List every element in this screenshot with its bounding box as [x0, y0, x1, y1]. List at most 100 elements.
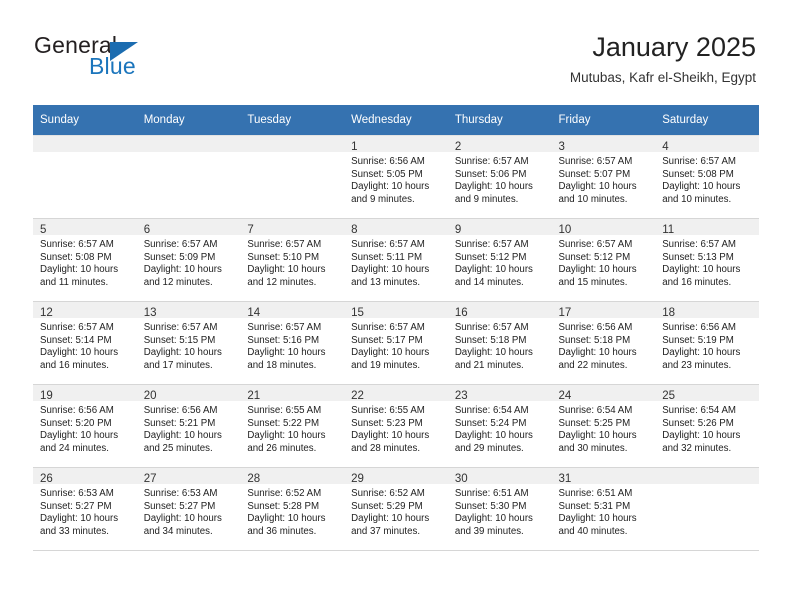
- day-details: [240, 152, 344, 156]
- day-number: 29: [351, 473, 364, 485]
- calendar-body: 1 Sunrise: 6:56 AM Sunset: 5:05 PM Daylight…: [33, 135, 759, 551]
- calendar-day-cell[interactable]: 15 Sunrise: 6:57 AM Sunset: 5:17 PM Dayligh…: [344, 301, 448, 385]
- daylight-duration-line2: and 16 minutes.: [40, 359, 109, 371]
- daylight-duration-line1: Daylight: 10 hours: [351, 264, 430, 276]
- daylight-duration-line2: and 16 minutes.: [662, 276, 732, 288]
- calendar-day-cell[interactable]: 31 Sunrise: 6:51 AM Sunset: 5:31 PM Dayligh…: [551, 467, 656, 551]
- day-number-strip: 16: [447, 302, 552, 319]
- calendar-day-cell[interactable]: 9 Sunrise: 6:57 AM Sunset: 5:12 PM Daylight…: [447, 218, 552, 302]
- calendar-day-cell[interactable]: 3 Sunrise: 6:57 AM Sunset: 5:07 PM Daylight…: [551, 135, 656, 219]
- day-details: Sunrise: 6:57 AM Sunset: 5:18 PM Daylight:…: [448, 318, 552, 372]
- sunset-time: Sunset: 5:25 PM: [558, 417, 631, 429]
- calendar-day-cell[interactable]: 25 Sunrise: 6:54 AM Sunset: 5:26 PM Dayligh…: [655, 384, 759, 468]
- calendar-day-cell[interactable]: 20 Sunrise: 6:56 AM Sunset: 5:21 PM Dayligh…: [136, 384, 241, 468]
- calendar-day-cell[interactable]: 2 Sunrise: 6:57 AM Sunset: 5:06 PM Daylight…: [447, 135, 552, 219]
- day-details: Sunrise: 6:55 AM Sunset: 5:22 PM Daylight:…: [240, 401, 344, 455]
- sunrise-time: Sunrise: 6:57 AM: [40, 322, 114, 333]
- calendar-day-cell[interactable]: 4 Sunrise: 6:57 AM Sunset: 5:08 PM Daylight…: [655, 135, 759, 219]
- day-number: 7: [247, 224, 254, 236]
- calendar-day-cell[interactable]: 16 Sunrise: 6:57 AM Sunset: 5:18 PM Dayligh…: [447, 301, 552, 385]
- day-number-strip: 5: [33, 219, 137, 236]
- sunset-time: Sunset: 5:31 PM: [558, 500, 631, 512]
- sunrise-time: Sunrise: 6:57 AM: [40, 239, 114, 250]
- day-number-strip: 21: [240, 385, 345, 402]
- sunrise-time: Sunrise: 6:57 AM: [662, 239, 736, 250]
- page-title: January 2025: [592, 32, 756, 62]
- day-number: 17: [558, 307, 572, 319]
- day-number: 8: [351, 224, 358, 236]
- daylight-duration-line1: Daylight: 10 hours: [558, 430, 637, 442]
- day-number: 5: [40, 224, 47, 236]
- day-details: Sunrise: 6:57 AM Sunset: 5:14 PM Daylight:…: [33, 318, 137, 372]
- calendar-day-cell[interactable]: 19 Sunrise: 6:56 AM Sunset: 5:20 PM Dayligh…: [33, 384, 137, 468]
- calendar-day-cell[interactable]: 24 Sunrise: 6:54 AM Sunset: 5:25 PM Dayligh…: [551, 384, 656, 468]
- calendar-day-cell[interactable]: 10 Sunrise: 6:57 AM Sunset: 5:12 PM Dayligh…: [551, 218, 656, 302]
- sunset-time: Sunset: 5:13 PM: [662, 251, 734, 263]
- day-number-strip: 17: [551, 302, 656, 319]
- sunrise-time: Sunrise: 6:57 AM: [143, 239, 218, 250]
- sunrise-time: Sunrise: 6:51 AM: [558, 488, 633, 499]
- day-number: 12: [40, 307, 53, 319]
- daylight-duration-line1: Daylight: 10 hours: [558, 181, 637, 193]
- calendar-day-cell[interactable]: 21 Sunrise: 6:55 AM Sunset: 5:22 PM Dayligh…: [240, 384, 345, 468]
- daylight-duration-line2: and 34 minutes.: [143, 525, 213, 537]
- daylight-duration-line1: Daylight: 10 hours: [247, 264, 326, 276]
- calendar-day-cell[interactable]: 1 Sunrise: 6:56 AM Sunset: 5:05 PM Daylight…: [344, 135, 448, 219]
- sunset-time: Sunset: 5:08 PM: [662, 168, 734, 180]
- day-number-strip: [136, 136, 241, 152]
- calendar-week-row: 12 Sunrise: 6:57 AM Sunset: 5:14 PM Dayligh…: [33, 301, 759, 385]
- daylight-duration-line1: Daylight: 10 hours: [40, 430, 119, 442]
- calendar-day-cell[interactable]: 7 Sunrise: 6:57 AM Sunset: 5:10 PM Daylight…: [240, 218, 345, 302]
- day-details: Sunrise: 6:56 AM Sunset: 5:18 PM Daylight:…: [552, 318, 656, 372]
- day-number: 15: [351, 307, 364, 319]
- day-details: Sunrise: 6:52 AM Sunset: 5:29 PM Daylight:…: [344, 484, 448, 538]
- daylight-duration-line1: Daylight: 10 hours: [40, 347, 119, 359]
- calendar-day-cell[interactable]: 5 Sunrise: 6:57 AM Sunset: 5:08 PM Daylight…: [33, 218, 137, 302]
- sunset-time: Sunset: 5:18 PM: [558, 334, 631, 346]
- calendar-day-cell[interactable]: 26 Sunrise: 6:53 AM Sunset: 5:27 PM Dayligh…: [33, 467, 137, 551]
- calendar-day-cell[interactable]: 30 Sunrise: 6:51 AM Sunset: 5:30 PM Dayligh…: [447, 467, 552, 551]
- sunset-time: Sunset: 5:26 PM: [662, 417, 734, 429]
- sunrise-time: Sunrise: 6:56 AM: [558, 322, 633, 333]
- sunset-time: Sunset: 5:27 PM: [143, 500, 216, 512]
- calendar-week-row: 1 Sunrise: 6:56 AM Sunset: 5:05 PM Daylight…: [33, 135, 759, 219]
- daylight-duration-line2: and 36 minutes.: [247, 525, 317, 537]
- weekday-header-friday: Friday: [551, 105, 656, 136]
- daylight-duration-line2: and 21 minutes.: [454, 359, 524, 371]
- calendar-day-cell-empty: [33, 135, 137, 219]
- day-number-strip: 2: [447, 136, 552, 153]
- day-number: 10: [558, 224, 572, 236]
- calendar-day-cell[interactable]: 28 Sunrise: 6:52 AM Sunset: 5:28 PM Dayligh…: [240, 467, 345, 551]
- day-number-strip: [240, 136, 345, 152]
- weekday-header-wednesday: Wednesday: [344, 105, 448, 136]
- daylight-duration-line1: Daylight: 10 hours: [40, 513, 119, 525]
- calendar-day-cell[interactable]: 6 Sunrise: 6:57 AM Sunset: 5:09 PM Daylight…: [136, 218, 241, 302]
- day-number: 4: [662, 141, 669, 153]
- daylight-duration-line1: Daylight: 10 hours: [558, 264, 637, 276]
- calendar-day-cell[interactable]: 13 Sunrise: 6:57 AM Sunset: 5:15 PM Dayligh…: [136, 301, 241, 385]
- daylight-duration-line1: Daylight: 10 hours: [454, 181, 533, 193]
- day-number: 13: [143, 307, 157, 319]
- day-number: 30: [454, 473, 468, 485]
- calendar-day-cell[interactable]: 27 Sunrise: 6:53 AM Sunset: 5:27 PM Dayligh…: [136, 467, 241, 551]
- sunrise-time: Sunrise: 6:56 AM: [351, 156, 425, 167]
- day-number-strip: 20: [136, 385, 241, 402]
- day-number-strip: 18: [655, 302, 759, 319]
- calendar-day-cell[interactable]: 11 Sunrise: 6:57 AM Sunset: 5:13 PM Dayligh…: [655, 218, 759, 302]
- calendar-day-cell[interactable]: 14 Sunrise: 6:57 AM Sunset: 5:16 PM Dayligh…: [240, 301, 345, 385]
- calendar-day-cell[interactable]: 23 Sunrise: 6:54 AM Sunset: 5:24 PM Dayligh…: [447, 384, 552, 468]
- daylight-duration-line2: and 13 minutes.: [351, 276, 421, 288]
- daylight-duration-line1: Daylight: 10 hours: [247, 513, 326, 525]
- day-details: Sunrise: 6:57 AM Sunset: 5:07 PM Daylight:…: [552, 152, 656, 206]
- calendar-day-cell[interactable]: 22 Sunrise: 6:55 AM Sunset: 5:23 PM Dayligh…: [344, 384, 448, 468]
- calendar-day-cell[interactable]: 29 Sunrise: 6:52 AM Sunset: 5:29 PM Dayligh…: [344, 467, 448, 551]
- calendar-day-cell[interactable]: 17 Sunrise: 6:56 AM Sunset: 5:18 PM Dayligh…: [551, 301, 656, 385]
- calendar-day-cell[interactable]: 18 Sunrise: 6:56 AM Sunset: 5:19 PM Dayligh…: [655, 301, 759, 385]
- calendar-day-cell[interactable]: 8 Sunrise: 6:57 AM Sunset: 5:11 PM Daylight…: [344, 218, 448, 302]
- daylight-duration-line2: and 28 minutes.: [351, 442, 421, 454]
- page-header: General Blue January 2025 Mutubas, Kafr …: [0, 0, 792, 103]
- calendar-day-cell[interactable]: 12 Sunrise: 6:57 AM Sunset: 5:14 PM Dayligh…: [33, 301, 137, 385]
- general-blue-logo[interactable]: General Blue: [34, 34, 214, 84]
- calendar-grid: Sunday Monday Tuesday Wednesday Thursday…: [33, 105, 759, 551]
- daylight-duration-line2: and 9 minutes.: [351, 193, 415, 205]
